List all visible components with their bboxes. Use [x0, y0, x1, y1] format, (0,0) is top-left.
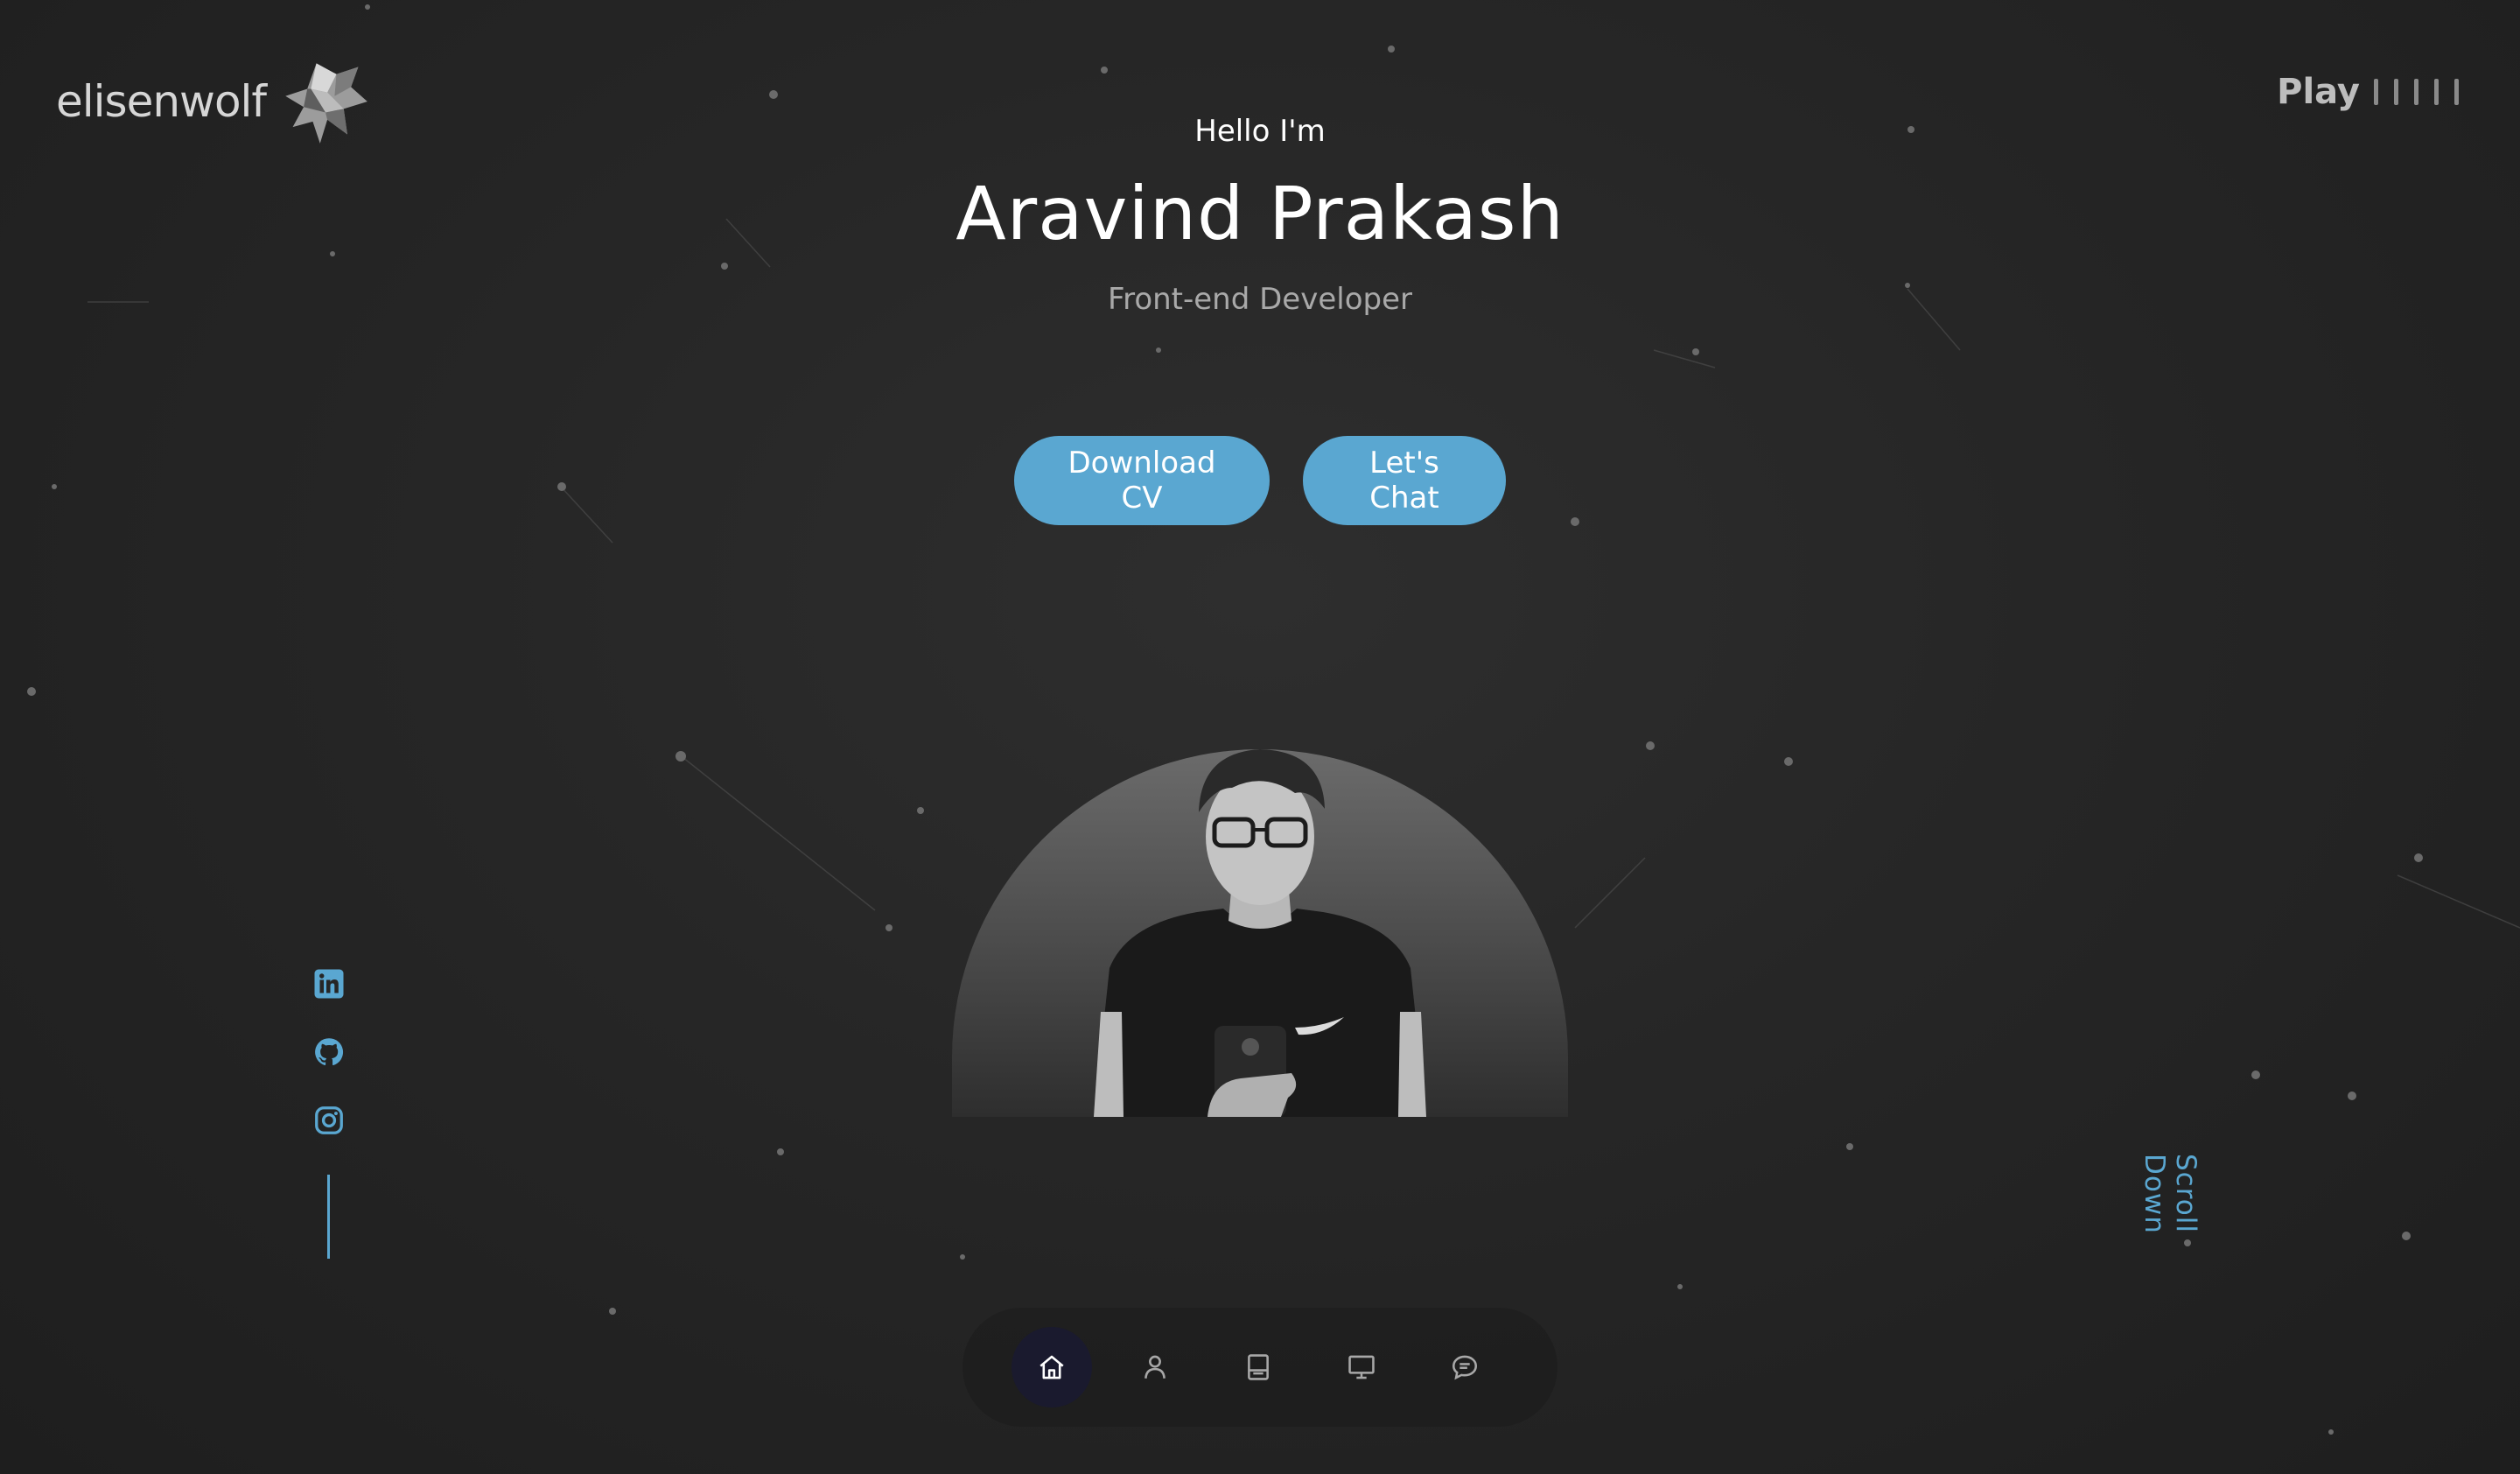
audio-bar: [2394, 79, 2398, 105]
nav-experience[interactable]: [1218, 1327, 1298, 1407]
nav-portfolio[interactable]: [1321, 1327, 1402, 1407]
page: elisenwolf Play Hello I'm Aravind Prakas…: [0, 0, 2520, 1474]
instagram-link[interactable]: [313, 1105, 345, 1136]
scroll-down-link[interactable]: Scroll Down: [2138, 1154, 2202, 1320]
nav-about[interactable]: [1115, 1327, 1195, 1407]
hero-name: Aravind Prakash: [956, 171, 1564, 256]
audio-bar: [2374, 79, 2378, 105]
audio-bar: [2414, 79, 2418, 105]
chat-icon: [1452, 1355, 1478, 1380]
play-audio-toggle[interactable]: Play: [2277, 72, 2459, 112]
cta-row: Download CV Let's Chat: [0, 436, 2520, 525]
github-icon: [315, 1038, 344, 1066]
bottom-navigation: [962, 1308, 1558, 1427]
user-icon: [1144, 1355, 1166, 1379]
audio-bar: [2434, 79, 2439, 105]
social-divider-line: [327, 1175, 330, 1259]
play-label: Play: [2277, 72, 2360, 112]
audio-bar: [2454, 79, 2459, 105]
social-links: [312, 968, 346, 1136]
download-cv-button[interactable]: Download CV: [1014, 436, 1270, 525]
hero-greeting: Hello I'm: [1194, 114, 1326, 149]
nav-home[interactable]: [1012, 1327, 1092, 1407]
github-link[interactable]: [313, 1036, 345, 1068]
book-icon: [1248, 1354, 1269, 1380]
linkedin-icon: [314, 969, 344, 999]
home-icon: [1040, 1355, 1064, 1379]
hero-role: Front-end Developer: [1108, 282, 1412, 317]
instagram-icon: [315, 1106, 343, 1134]
nav-contact[interactable]: [1424, 1327, 1505, 1407]
audio-bars-icon: [2374, 79, 2459, 105]
lets-chat-button[interactable]: Let's Chat: [1303, 436, 1506, 525]
linkedin-link[interactable]: [313, 968, 345, 1000]
monitor-icon: [1348, 1355, 1375, 1379]
